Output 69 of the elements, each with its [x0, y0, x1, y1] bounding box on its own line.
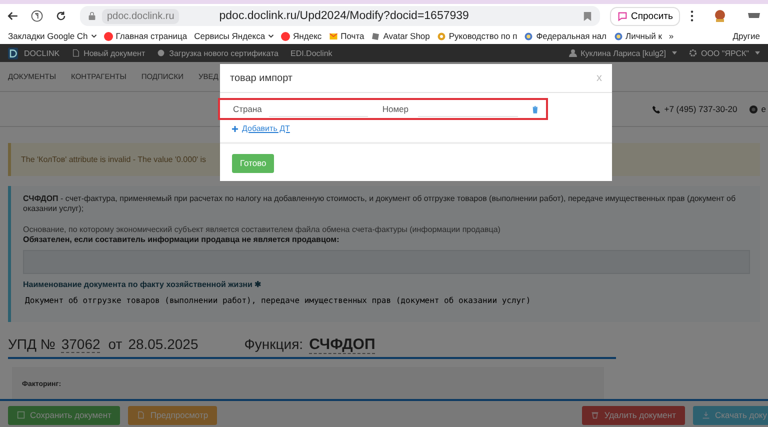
bookmark-icon[interactable]: [583, 10, 592, 22]
action-button[interactable]: Удалить документ: [582, 406, 685, 424]
trash-icon: [591, 411, 600, 419]
nav-link[interactable]: Загрузка нового сертификата: [157, 48, 278, 58]
bookmark-item[interactable]: Avatar Shop: [371, 31, 430, 41]
org-menu[interactable]: ООО "ЯРСК": [688, 48, 760, 58]
emblem-icon: [524, 32, 534, 40]
mail-icon: [328, 32, 338, 40]
lock-icon: [88, 11, 96, 21]
phone-number: +7 (495) 737-30-20: [652, 104, 738, 114]
reload-icon[interactable]: [54, 9, 68, 23]
bookmark-item[interactable]: Яндекс: [281, 31, 322, 41]
function-value[interactable]: СЧФДОП: [309, 336, 376, 354]
field-label: Номер: [382, 104, 410, 114]
url-text: pdoc.doclink.ru/Upd2024/Modify?docid=1657939: [219, 10, 470, 22]
bookmark-item[interactable]: Почта: [328, 31, 364, 41]
ask-button[interactable]: Спросить: [610, 6, 680, 26]
from-label: от: [108, 336, 122, 352]
user-menu[interactable]: Куклина Лариса [kulg2]: [568, 48, 677, 58]
site-chip: pdoc.doclink.ru: [102, 8, 180, 24]
contact-link[interactable]: e: [749, 104, 766, 114]
save-icon: [17, 411, 25, 419]
download-icon: [702, 411, 710, 419]
caret-icon: [755, 51, 760, 55]
chat-icon: [617, 10, 628, 22]
required-icon: ✱: [254, 280, 262, 289]
trash-icon[interactable]: [532, 104, 538, 114]
field-label: Страна: [233, 104, 263, 114]
more-icon[interactable]: [690, 10, 694, 22]
gear-icon: [688, 49, 697, 57]
circle-icon: [749, 104, 758, 114]
user-icon: [568, 49, 577, 57]
doc-number[interactable]: 37062: [61, 336, 100, 354]
yandex-icon: [104, 32, 113, 40]
bookmark-item[interactable]: Главная страница: [104, 31, 188, 41]
description-text: СЧФДОП - счет-фактура, применяемый при расчетах по налогу на добавленную стоимость, и документ об отгрузке товаров (выполнении работ), передаче имущественных прав (документ об оказании услуг);: [23, 194, 737, 215]
doc-type: УПД №: [8, 336, 56, 352]
emblem-icon: [614, 32, 623, 40]
document-icon: [72, 49, 80, 57]
bookmark-item[interactable]: Личный к: [614, 31, 662, 41]
bookmark-item[interactable]: Сервисы Яндекса: [194, 31, 274, 41]
doc-name-label: Наименование документа по факту хозяйственной жизни: [23, 280, 252, 289]
gear-icon: [436, 32, 446, 40]
more-bookmarks[interactable]: »: [668, 31, 674, 41]
bookmark-item[interactable]: Закладки Google Ch: [8, 31, 97, 41]
document-icon: [137, 411, 146, 419]
address-bar[interactable]: pdoc.doclink.ru pdoc.doclink.ru/Upd2024/Modify?docid=1657939: [80, 6, 600, 26]
brand-link[interactable]: DOCLINK: [24, 48, 60, 58]
logo-icon: [8, 46, 18, 60]
other-bookmarks[interactable]: Другие: [732, 31, 760, 41]
nav-link[interactable]: EDI.Doclink: [290, 48, 332, 58]
dialog-title: товар импорт: [230, 72, 292, 84]
phone-icon: [652, 104, 662, 114]
plus-icon: [232, 126, 238, 132]
yandex-browser-icon[interactable]: [30, 9, 44, 23]
circle-icon: [157, 49, 166, 57]
bookmark-item[interactable]: Федеральная нал: [524, 31, 607, 41]
basis-text: Основание, по которому экономический субъект является составителем файла обмена счета-фактуры (информации продавца): [23, 224, 502, 236]
add-link[interactable]: Добавить ДТ: [232, 124, 290, 133]
function-label: Функция:: [244, 336, 304, 352]
nav-link[interactable]: Новый документ: [72, 48, 146, 58]
warning-text: The 'КолТов' attribute is invalid - The value '0.000' is: [21, 155, 206, 164]
bookmark-item[interactable]: Руководство по п: [436, 31, 518, 41]
caret-icon: [672, 51, 677, 55]
doc-date[interactable]: 28.05.2025: [128, 336, 198, 352]
doc-name-value: Документ об отгрузке товаров (выполнении работ), передаче имущественных прав (документ об оказании услуг): [24, 294, 532, 307]
yandex-icon: [281, 32, 290, 40]
basis-note: Обязателен, если составитель информации продавца не является продавцом:: [23, 235, 340, 246]
back-icon[interactable]: [6, 9, 20, 23]
